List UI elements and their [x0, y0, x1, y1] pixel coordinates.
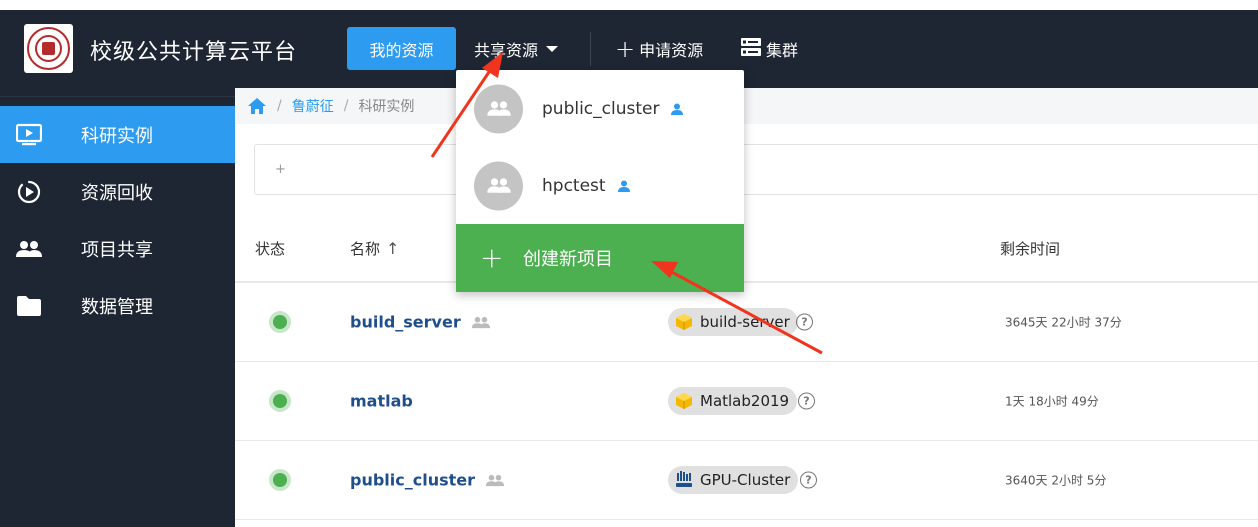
shared-people-icon [471, 315, 491, 329]
logo-ring [27, 27, 70, 70]
create-project-button[interactable]: + 创建新项目 [456, 224, 744, 292]
project-name: hpctest [542, 175, 606, 196]
server-icon [740, 36, 762, 62]
nav-my-resources-button[interactable]: 我的资源 [347, 27, 456, 70]
dropdown-item-public-cluster[interactable]: public_cluster [456, 70, 744, 147]
remaining-time: 1天 18小时 49分 [1005, 394, 1099, 409]
image-chip[interactable]: GPU-Cluster [668, 466, 799, 494]
remaining-time: 3645天 22小时 37分 [1005, 315, 1122, 330]
university-logo[interactable] [24, 24, 73, 73]
person-icon [617, 180, 630, 192]
instance-name-link[interactable]: public_cluster [350, 471, 505, 490]
top-strip [0, 0, 1258, 10]
sidebar-item-label: 项目共享 [81, 239, 153, 261]
image-name: Matlab2019 [700, 392, 790, 410]
table-row[interactable]: matlab Matlab2019 ? 1天 18小时 49分 [235, 362, 1258, 441]
plus-icon: + [615, 34, 636, 63]
shared-resources-dropdown: public_cluster hpctest + 创建新项目 [456, 70, 744, 292]
column-header-status: 状态 [255, 240, 286, 258]
cube-icon [674, 391, 694, 411]
shared-people-icon [485, 473, 505, 487]
instance-name: build_server [350, 312, 461, 332]
dropdown-item-hpctest[interactable]: hpctest [456, 147, 744, 224]
help-icon[interactable]: ? [800, 471, 817, 489]
caret-down-icon [546, 45, 559, 52]
sidebar-item-label: 科研实例 [81, 125, 153, 147]
app-title: 校级公共计算云平台 [90, 40, 298, 65]
sidebar-divider [0, 96, 235, 97]
remaining-time: 3640天 2小时 5分 [1005, 473, 1107, 488]
column-header-remaining: 剩余时间 [1000, 240, 1061, 258]
filter-add-icon[interactable]: + [275, 162, 286, 177]
sidebar-item-recycle[interactable]: 资源回收 [0, 163, 235, 220]
status-running-icon [269, 390, 291, 412]
status-running-icon [269, 469, 291, 491]
nav-apply-label: 申请资源 [639, 40, 704, 60]
sort-arrow-up-icon: ↑ [386, 239, 400, 258]
breadcrumb-separator: / [277, 98, 282, 114]
image-name: GPU-Cluster [700, 471, 791, 489]
breadcrumb-current: 科研实例 [358, 99, 415, 115]
nav-cluster-button[interactable]: 集群 [740, 27, 798, 70]
nav-cluster-label: 集群 [766, 40, 799, 60]
sidebar-item-instances[interactable]: 科研实例 [0, 106, 235, 163]
home-icon[interactable] [247, 97, 267, 115]
instance-name-link[interactable]: matlab [350, 392, 413, 411]
cube-icon [674, 312, 694, 332]
sidebar-item-label: 数据管理 [81, 296, 153, 318]
sidebar-item-data[interactable]: 数据管理 [0, 277, 235, 334]
column-header-name[interactable]: 名称 ↑ [350, 238, 399, 259]
logo-core [35, 35, 62, 62]
create-project-label: 创建新项目 [523, 249, 613, 270]
status-running-icon [269, 311, 291, 333]
plus-icon: + [480, 241, 504, 274]
image-name: build-server [700, 313, 790, 331]
logo-mark [42, 42, 55, 55]
monitor-play-icon [16, 122, 42, 148]
recycle-icon [16, 179, 42, 205]
breadcrumb-separator: / [343, 98, 349, 114]
sidebar-item-share[interactable]: 项目共享 [0, 220, 235, 277]
help-icon[interactable]: ? [796, 313, 813, 331]
instance-name: matlab [350, 391, 413, 411]
folder-icon [16, 293, 42, 319]
dropdown-item-label: public_cluster [542, 98, 684, 119]
sidebar: 科研实例 资源回收 项目共享 数据管理 [0, 88, 235, 527]
nav-apply-resource-button[interactable]: + 申请资源 [615, 27, 703, 70]
person-icon [671, 103, 684, 115]
breadcrumb: / 鲁蔚征 / 科研实例 [235, 88, 1258, 124]
instance-name: public_cluster [350, 470, 476, 490]
group-avatar-icon [474, 84, 523, 133]
slurm-icon [674, 470, 694, 490]
nav-shared-label: 共享资源 [474, 40, 539, 60]
breadcrumb-user-link[interactable]: 鲁蔚征 [292, 96, 334, 116]
people-icon [16, 236, 42, 262]
image-chip[interactable]: Matlab2019 [668, 387, 798, 415]
nav-shared-resources-button[interactable]: 共享资源 [474, 27, 559, 70]
image-chip[interactable]: build-server [668, 308, 798, 336]
dropdown-item-label: hpctest [542, 176, 630, 196]
sidebar-item-label: 资源回收 [81, 182, 153, 204]
filter-input[interactable]: + [254, 144, 1258, 195]
project-name: public_cluster [542, 98, 660, 119]
group-avatar-icon [474, 161, 523, 210]
column-header-name-label: 名称 [350, 240, 381, 258]
table-row[interactable]: public_cluster GPU-Cluster ? 3640天 2小时 5… [235, 441, 1258, 520]
table-row[interactable]: build_server build-server ? 3645天 22小时 3… [235, 283, 1258, 362]
instance-name-link[interactable]: build_server [350, 313, 491, 332]
nav-divider [590, 32, 591, 66]
help-icon[interactable]: ? [798, 392, 815, 410]
